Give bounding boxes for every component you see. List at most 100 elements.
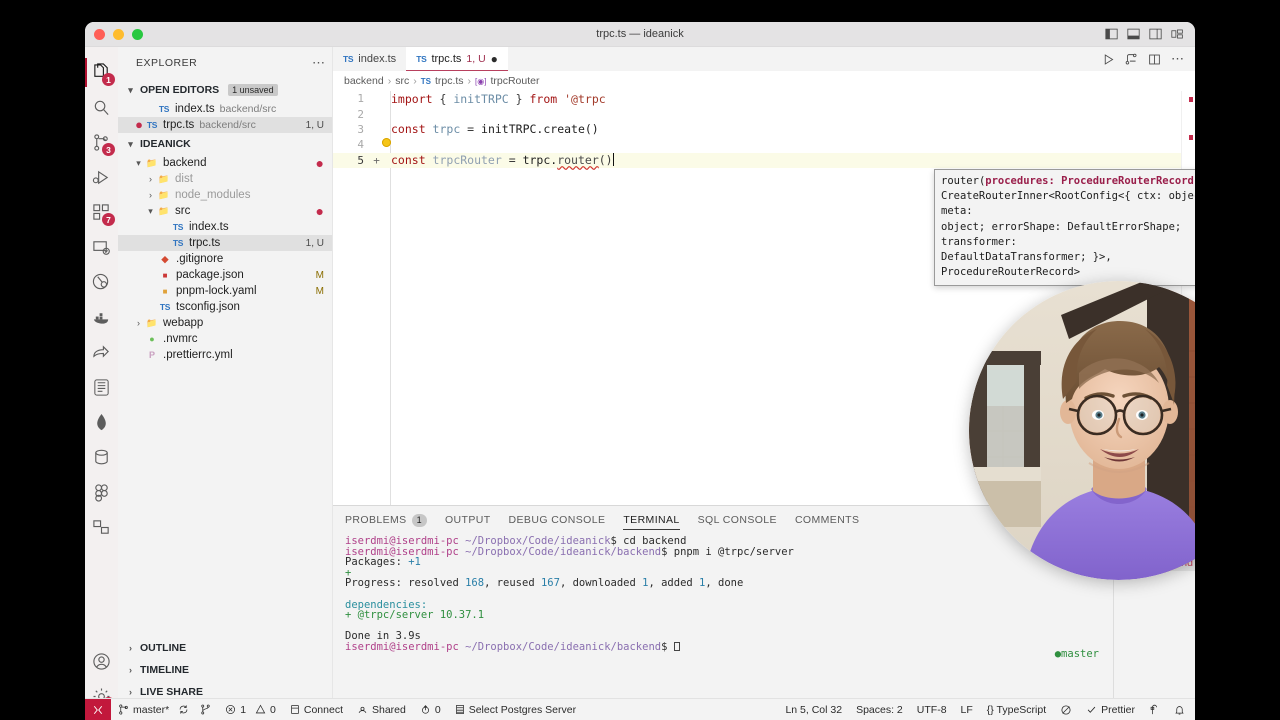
- split-editor-down-icon[interactable]: [1125, 53, 1138, 66]
- activity-item-sql-tools[interactable]: [85, 440, 118, 475]
- tree-item-pnpm-lock[interactable]: ■ pnpm-lock.yaml M: [118, 283, 332, 299]
- minimize-window-button[interactable]: [113, 28, 124, 40]
- fold-indicator[interactable]: +: [371, 154, 382, 167]
- sidebar-more-icon[interactable]: ⋯: [312, 55, 326, 71]
- tree-item-backend[interactable]: ▾ 📁 backend ●: [118, 155, 332, 171]
- status-postgres[interactable]: Select Postgres Server: [448, 699, 583, 720]
- chevron-right-icon[interactable]: ›: [144, 190, 157, 200]
- activity-item-remote-explorer[interactable]: [85, 230, 118, 265]
- tree-item-gitignore[interactable]: ◆ .gitignore: [118, 251, 332, 267]
- section-timeline[interactable]: › TIMELINE: [118, 659, 332, 681]
- layout-sidebar-left-icon[interactable]: [1105, 28, 1118, 40]
- prettier-label: Prettier: [1101, 703, 1135, 716]
- split-editor-right-icon[interactable]: [1148, 53, 1161, 66]
- progress-mid1: , reused: [484, 577, 541, 590]
- chevron-right-icon[interactable]: ›: [132, 318, 145, 328]
- tab-trpc-ts[interactable]: TS trpc.ts 1, U ●: [406, 47, 508, 71]
- status-indentation[interactable]: Spaces: 2: [849, 699, 910, 720]
- tree-item-label: .prettierrc.yml: [163, 349, 233, 361]
- activity-item-live-share[interactable]: [85, 335, 118, 370]
- panel-tab-sql-console[interactable]: SQL CONSOLE: [698, 506, 777, 534]
- status-remote-tunnel[interactable]: [1142, 699, 1167, 720]
- close-window-button[interactable]: [94, 28, 105, 40]
- panel-tab-debug-console[interactable]: DEBUG CONSOLE: [509, 506, 606, 534]
- tree-item-index-ts[interactable]: TS index.ts: [118, 219, 332, 235]
- tree-item-dist[interactable]: › 📁 dist: [118, 171, 332, 187]
- activity-item-figma[interactable]: [85, 475, 118, 510]
- status-remote-indicator[interactable]: [85, 698, 111, 720]
- status-notifications[interactable]: [1167, 699, 1195, 720]
- chevron-down-icon[interactable]: ▾: [132, 158, 145, 169]
- tree-item-label: pnpm-lock.yaml: [176, 285, 257, 297]
- tab-index-ts[interactable]: TS index.ts: [333, 47, 407, 71]
- breadcrumb-src[interactable]: src: [395, 75, 409, 87]
- postgres-label: Select Postgres Server: [468, 703, 577, 716]
- layout-panel-bottom-icon[interactable]: [1127, 28, 1140, 40]
- branch-icon[interactable]: [200, 704, 211, 715]
- status-prettier[interactable]: Prettier: [1079, 699, 1142, 720]
- tab-dirty-icon[interactable]: ●: [491, 53, 498, 65]
- status-ports[interactable]: Connect: [283, 699, 350, 720]
- breadcrumb-symbol[interactable]: trpcRouter: [490, 75, 539, 87]
- remote-window-icon: [93, 705, 103, 714]
- bell-icon: [1175, 705, 1184, 715]
- status-live-share[interactable]: Shared: [350, 699, 413, 720]
- symbol-variable-icon: [◉]: [475, 76, 487, 86]
- tree-item-node-modules[interactable]: › 📁 node_modules: [118, 187, 332, 203]
- customize-layout-icon[interactable]: [1171, 28, 1184, 40]
- maximize-window-button[interactable]: [132, 28, 143, 40]
- more-actions-icon[interactable]: ⋯: [1171, 52, 1185, 65]
- activity-item-extensions[interactable]: 7: [85, 195, 118, 230]
- activity-item-run-and-debug[interactable]: [85, 160, 118, 195]
- open-editor-item[interactable]: ● TS trpc.ts backend/src 1, U: [118, 117, 332, 133]
- activity-item-docker[interactable]: [85, 300, 118, 335]
- tree-item-trpc-ts[interactable]: TS trpc.ts 1, U: [118, 235, 332, 251]
- open-editor-item[interactable]: TS index.ts backend/src: [118, 101, 332, 117]
- activity-item-accounts[interactable]: [85, 644, 118, 679]
- status-eslint[interactable]: [1053, 699, 1079, 720]
- tree-item-package-json[interactable]: ■ package.json M: [118, 267, 332, 283]
- desktop-background: trpc.ts — ideanick 1 3 7 EXPLORER ⋯ ▾ OP…: [0, 0, 1280, 720]
- sidebar-title: EXPLORER: [136, 57, 198, 69]
- section-project-root[interactable]: ▾ IDEANICK: [118, 133, 332, 155]
- tree-item-prettierrc[interactable]: P .prettierrc.yml: [118, 347, 332, 363]
- breadcrumb-file[interactable]: trpc.ts: [435, 75, 464, 87]
- activity-item-project-manager[interactable]: [85, 510, 118, 545]
- chevron-down-icon[interactable]: ▾: [144, 206, 157, 217]
- tree-item-src[interactable]: ▾ 📁 src ●: [118, 203, 332, 219]
- open-editor-status: 1, U: [305, 119, 324, 131]
- layout-sidebar-right-icon[interactable]: [1149, 28, 1162, 40]
- status-language-mode[interactable]: {} TypeScript: [980, 699, 1053, 720]
- chevron-right-icon[interactable]: ›: [144, 174, 157, 184]
- section-outline[interactable]: › OUTLINE: [118, 637, 332, 659]
- panel-tab-problems[interactable]: PROBLEMS 1: [345, 506, 427, 534]
- activity-item-source-control[interactable]: 3: [85, 125, 118, 160]
- status-encoding[interactable]: UTF-8: [910, 699, 954, 720]
- code-text: const trpc = initTRPC.create(): [382, 122, 599, 136]
- panel-tab-terminal[interactable]: TERMINAL: [623, 506, 680, 534]
- status-cursor-position[interactable]: Ln 5, Col 32: [778, 699, 849, 720]
- activity-item-explorer[interactable]: 1: [85, 55, 118, 90]
- sync-icon[interactable]: [178, 704, 189, 715]
- run-icon[interactable]: [1102, 53, 1115, 66]
- check-icon: [1087, 706, 1096, 713]
- panel-tab-output[interactable]: OUTPUT: [445, 506, 491, 534]
- terminal-output[interactable]: iserdmi@iserdmi-pc ~/Dropbox/Code/ideani…: [333, 534, 1113, 720]
- panel-tab-comments[interactable]: COMMENTS: [795, 506, 859, 534]
- status-problems[interactable]: 1 0: [218, 699, 283, 720]
- indentation-label: Spaces: 2: [856, 703, 903, 716]
- activity-item-testing[interactable]: [85, 265, 118, 300]
- status-radar[interactable]: 0: [413, 699, 448, 720]
- breadcrumb-backend[interactable]: backend: [344, 75, 384, 87]
- status-branch[interactable]: master*: [111, 699, 218, 720]
- activity-item-database-client[interactable]: [85, 370, 118, 405]
- tree-item-tsconfig[interactable]: TS tsconfig.json: [118, 299, 332, 315]
- activity-item-search[interactable]: [85, 90, 118, 125]
- tree-item-webapp[interactable]: › 📁 webapp: [118, 315, 332, 331]
- section-open-editors[interactable]: ▾ OPEN EDITORS 1 unsaved: [118, 79, 332, 101]
- activity-item-mongodb[interactable]: [85, 405, 118, 440]
- lightbulb-icon[interactable]: [382, 138, 391, 148]
- tree-item-nvmrc[interactable]: ● .nvmrc: [118, 331, 332, 347]
- ts-file-icon: TS: [172, 222, 184, 232]
- status-eol[interactable]: LF: [954, 699, 980, 720]
